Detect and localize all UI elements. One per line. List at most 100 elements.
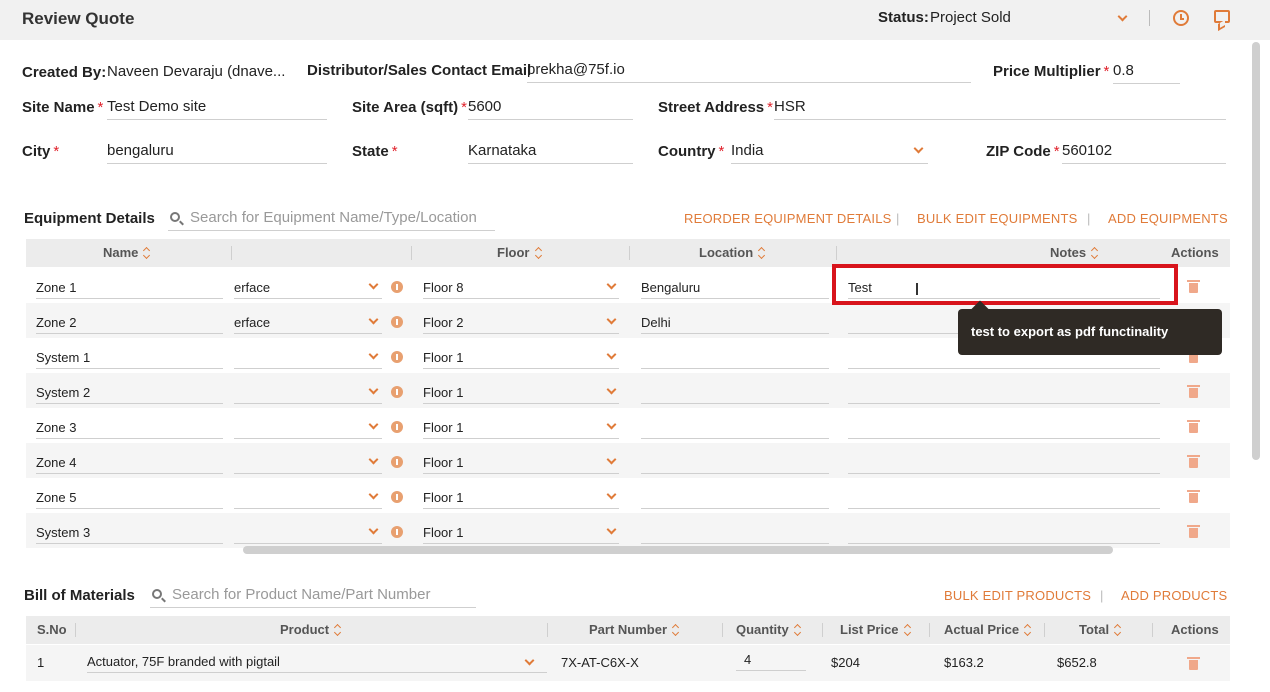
bulk-edit-products-button[interactable]: BULK EDIT PRODUCTS [944, 588, 1091, 603]
multiplier-field[interactable]: 0.8 [1113, 60, 1180, 84]
equipment-name-field[interactable]: Zone 3 [36, 417, 223, 439]
state-field[interactable]: Karnataka [468, 140, 633, 164]
chevron-down-icon [1117, 11, 1128, 22]
site-area-label: Site Area (sqft) * [352, 99, 467, 116]
delete-icon[interactable] [1187, 280, 1200, 293]
info-icon[interactable] [391, 456, 403, 468]
header-divider [1149, 10, 1150, 26]
location-field[interactable]: Bengaluru [641, 277, 829, 299]
col-location[interactable]: Location [699, 245, 766, 260]
delete-icon[interactable] [1187, 657, 1200, 670]
info-icon[interactable] [391, 351, 403, 363]
location-field[interactable] [641, 382, 829, 404]
delete-icon[interactable] [1187, 525, 1200, 538]
floor-select[interactable]: Floor 1 [423, 347, 619, 369]
search-icon [170, 212, 180, 222]
info-icon[interactable] [391, 281, 403, 293]
col-total[interactable]: Total [1079, 622, 1122, 637]
equipment-search-input[interactable]: Search for Equipment Name/Type/Location [168, 207, 495, 231]
equipment-type-select[interactable] [234, 452, 382, 474]
reorder-equipment-button[interactable]: REORDER EQUIPMENT DETAILS [684, 211, 892, 226]
equipment-name-field[interactable]: Zone 4 [36, 452, 223, 474]
equipment-name-field[interactable]: Zone 5 [36, 487, 223, 509]
table-row: Zone 4 Floor 1 [26, 443, 1230, 478]
city-field[interactable]: bengaluru [107, 140, 327, 164]
equipment-type-select[interactable] [234, 417, 382, 439]
delete-icon[interactable] [1187, 455, 1200, 468]
bulk-edit-equipments-button[interactable]: BULK EDIT EQUIPMENTS [917, 211, 1078, 226]
site-name-field[interactable]: Test Demo site [107, 96, 327, 120]
location-field[interactable] [641, 347, 829, 369]
col-sno: S.No [37, 622, 67, 637]
col-quantity[interactable]: Quantity [736, 622, 802, 637]
horizontal-scrollbar[interactable] [243, 546, 1113, 554]
notes-field[interactable] [848, 487, 1160, 509]
product-search-input[interactable]: Search for Product Name/Part Number [150, 584, 476, 608]
floor-select[interactable]: Floor 8 [423, 277, 619, 299]
notes-field[interactable] [848, 417, 1160, 439]
col-name[interactable]: Name [103, 245, 151, 260]
product-select[interactable]: Actuator, 75F branded with pigtail [87, 651, 547, 673]
equipment-type-select[interactable] [234, 347, 382, 369]
equipment-type-select[interactable] [234, 382, 382, 404]
add-products-button[interactable]: ADD PRODUCTS [1121, 588, 1227, 603]
equipment-type-select[interactable]: erface [234, 277, 382, 299]
location-field[interactable] [641, 452, 829, 474]
info-icon[interactable] [391, 386, 403, 398]
equipment-name-field[interactable]: System 3 [36, 522, 223, 544]
equipment-name-field[interactable]: Zone 1 [36, 277, 223, 299]
delete-icon[interactable] [1187, 490, 1200, 503]
floor-select[interactable]: Floor 2 [423, 312, 619, 334]
street-field[interactable]: HSR [774, 96, 1226, 120]
sort-icon [1024, 625, 1032, 636]
location-field[interactable] [641, 522, 829, 544]
equipment-name-field[interactable]: System 2 [36, 382, 223, 404]
location-field[interactable]: Delhi [641, 312, 829, 334]
comment-icon[interactable] [1214, 10, 1230, 23]
info-icon[interactable] [391, 526, 403, 538]
sort-icon [794, 625, 802, 636]
floor-select[interactable]: Floor 1 [423, 417, 619, 439]
equipment-type-select[interactable] [234, 522, 382, 544]
vertical-scrollbar[interactable] [1252, 42, 1260, 460]
equipment-type-select[interactable]: erface [234, 312, 382, 334]
notes-field[interactable] [848, 382, 1160, 404]
location-field[interactable] [641, 487, 829, 509]
notes-field[interactable] [848, 452, 1160, 474]
equipment-type-select[interactable] [234, 487, 382, 509]
col-product[interactable]: Product [280, 622, 342, 637]
site-area-field[interactable]: 5600 [468, 96, 633, 120]
col-part-number[interactable]: Part Number [589, 622, 680, 637]
history-clock-icon[interactable] [1173, 10, 1189, 26]
notes-field[interactable] [848, 522, 1160, 544]
quantity-field[interactable]: 4 [736, 649, 806, 671]
country-select[interactable]: India [731, 140, 928, 164]
add-equipments-button[interactable]: ADD EQUIPMENTS [1108, 211, 1228, 226]
floor-select[interactable]: Floor 1 [423, 522, 619, 544]
col-list-price[interactable]: List Price [840, 622, 912, 637]
country-value: India [731, 142, 764, 159]
floor-select[interactable]: Floor 1 [423, 452, 619, 474]
column-divider [722, 623, 723, 637]
zip-field[interactable]: 560102 [1062, 140, 1226, 164]
floor-select[interactable]: Floor 1 [423, 487, 619, 509]
status-select[interactable]: Project Sold [930, 8, 1135, 30]
col-notes[interactable]: Notes [1050, 245, 1099, 260]
equipment-name-field[interactable]: Zone 2 [36, 312, 223, 334]
sort-icon [904, 625, 912, 636]
equipment-name-field[interactable]: System 1 [36, 347, 223, 369]
col-actual-price[interactable]: Actual Price [944, 622, 1032, 637]
floor-select[interactable]: Floor 1 [423, 382, 619, 404]
table-row: System 2 Floor 1 [26, 373, 1230, 408]
info-icon[interactable] [391, 316, 403, 328]
col-floor[interactable]: Floor [497, 245, 543, 260]
table-row: Zone 3 Floor 1 [26, 408, 1230, 443]
bom-list-price: $204 [831, 655, 860, 670]
delete-icon[interactable] [1187, 420, 1200, 433]
delete-icon[interactable] [1187, 385, 1200, 398]
info-icon[interactable] [391, 421, 403, 433]
info-icon[interactable] [391, 491, 403, 503]
email-field[interactable]: prekha@75f.io [527, 59, 971, 83]
link-separator: | [896, 211, 900, 226]
location-field[interactable] [641, 417, 829, 439]
